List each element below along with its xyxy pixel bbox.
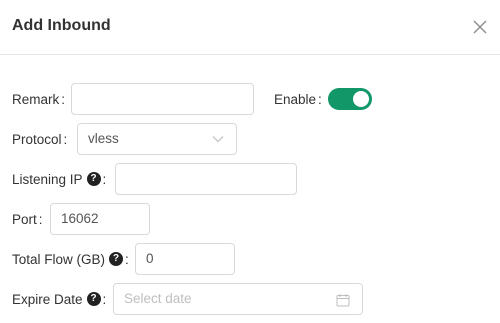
total-flow-row: Total Flow (GB)?: 0 xyxy=(0,243,500,277)
total-flow-label: Total Flow (GB)?: xyxy=(12,252,129,267)
toggle-knob xyxy=(353,91,369,107)
modal-title: Add Inbound xyxy=(12,17,111,34)
close-icon[interactable] xyxy=(471,18,489,36)
listening-ip-input[interactable] xyxy=(115,163,297,195)
expire-date-row: Expire Date?: Select date xyxy=(0,283,500,317)
remark-label: Remark: xyxy=(12,92,66,107)
modal-header: Add Inbound xyxy=(0,0,500,55)
question-circle-icon[interactable]: ? xyxy=(109,252,124,267)
protocol-row: Protocol: vless xyxy=(0,123,500,157)
question-circle-icon[interactable]: ? xyxy=(86,172,101,187)
protocol-value: vless xyxy=(88,131,119,146)
total-flow-input[interactable]: 0 xyxy=(135,243,235,275)
expire-date-label: Expire Date?: xyxy=(12,292,107,307)
port-label: Port: xyxy=(12,212,43,227)
expire-date-picker[interactable]: Select date xyxy=(113,283,363,315)
listening-ip-label: Listening IP?: xyxy=(12,172,107,187)
remark-input[interactable] xyxy=(71,83,254,115)
expire-date-placeholder: Select date xyxy=(124,291,192,306)
port-input[interactable]: 16062 xyxy=(50,203,150,235)
port-row: Port: 16062 xyxy=(0,203,500,237)
protocol-select[interactable]: vless xyxy=(77,123,237,155)
protocol-label: Protocol: xyxy=(12,132,68,147)
remark-row: Remark: Enable: xyxy=(0,83,500,117)
calendar-icon[interactable] xyxy=(336,293,350,307)
enable-label: Enable: xyxy=(274,92,322,107)
chevron-down-icon xyxy=(212,136,224,143)
enable-toggle[interactable] xyxy=(328,88,372,110)
listening-ip-row: Listening IP?: xyxy=(0,163,500,197)
question-circle-icon[interactable]: ? xyxy=(86,292,101,307)
